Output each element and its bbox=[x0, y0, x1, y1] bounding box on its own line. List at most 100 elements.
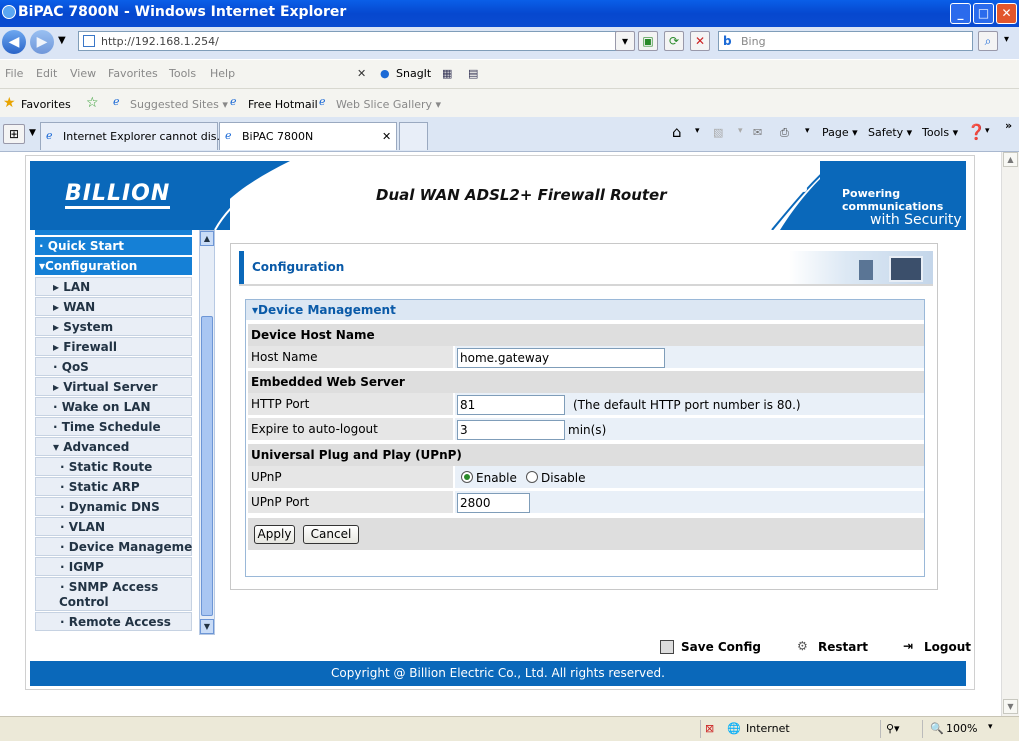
address-bar[interactable]: http://192.168.1.254/ bbox=[78, 31, 633, 51]
sidebar-item-device-management[interactable]: · Device Management bbox=[35, 537, 193, 556]
scroll-down-icon[interactable]: ▼ bbox=[1003, 699, 1018, 714]
sidebar-scrollbar[interactable]: ▲ ▼ bbox=[199, 230, 215, 635]
menu-file[interactable]: File bbox=[5, 67, 23, 80]
upnp-port-label: UPnP Port bbox=[251, 495, 310, 509]
sidebar-item-static-route[interactable]: · Static Route bbox=[35, 457, 192, 476]
snagit-window-icon[interactable]: ▤ bbox=[468, 67, 478, 80]
new-tab-button[interactable] bbox=[399, 122, 428, 150]
menu-tools[interactable]: Tools bbox=[169, 67, 196, 80]
protected-mode-icon[interactable]: ⚲▾ bbox=[886, 722, 900, 735]
compatibility-view-icon[interactable]: ▣ bbox=[638, 31, 658, 51]
sidebar-item-quick-start[interactable]: · Quick Start bbox=[35, 237, 192, 256]
upnp-port-input[interactable] bbox=[457, 493, 530, 513]
sidebar-item-snmp-access-control[interactable]: · SNMP Access Control bbox=[35, 577, 192, 611]
upnp-disable-radio[interactable] bbox=[526, 471, 538, 483]
page-menu[interactable]: Page ▾ bbox=[822, 126, 858, 139]
snagit-button[interactable]: SnagIt bbox=[396, 67, 431, 80]
tab-list-dropdown-icon[interactable]: ▼ bbox=[29, 128, 36, 138]
sidebar-scroll-up-icon[interactable]: ▲ bbox=[200, 231, 214, 246]
sidebar-item-lan[interactable]: ▸ LAN bbox=[35, 277, 192, 296]
sidebar-item-system[interactable]: ▸ System bbox=[35, 317, 192, 336]
sidebar-item-time-schedule[interactable]: · Time Schedule bbox=[35, 417, 192, 436]
refresh-icon[interactable]: ⟳ bbox=[664, 31, 684, 51]
close-toolbar-icon[interactable]: ✕ bbox=[357, 67, 366, 80]
tools-menu[interactable]: Tools ▾ bbox=[922, 126, 958, 139]
menu-view[interactable]: View bbox=[70, 67, 96, 80]
print-icon[interactable]: ⎙ bbox=[780, 126, 789, 140]
favorites-button[interactable]: Favorites bbox=[21, 98, 71, 111]
upnp-disable-label[interactable]: Disable bbox=[541, 471, 586, 485]
print-dropdown-icon[interactable]: ▾ bbox=[805, 126, 810, 136]
tab-ie-cannot-display[interactable]: ℯ Internet Explorer cannot dis... bbox=[40, 122, 227, 150]
sidebar-item-status-partial[interactable] bbox=[35, 230, 192, 236]
upnp-enable-radio[interactable] bbox=[461, 471, 473, 483]
scroll-up-icon[interactable]: ▲ bbox=[1003, 152, 1018, 167]
sidebar-item-wake-on-lan[interactable]: · Wake on LAN bbox=[35, 397, 192, 416]
back-button[interactable]: ◀ bbox=[2, 30, 26, 54]
close-window-button[interactable]: ✕ bbox=[996, 3, 1017, 24]
home-dropdown-icon[interactable]: ▾ bbox=[695, 126, 700, 136]
apply-button[interactable]: Apply bbox=[254, 525, 295, 544]
sidebar-item-remote-access[interactable]: · Remote Access bbox=[35, 612, 192, 631]
web-slice-gallery-link[interactable]: Web Slice Gallery ▾ bbox=[336, 98, 441, 111]
feeds-icon[interactable]: ▧ bbox=[713, 126, 723, 139]
search-input[interactable]: Bing bbox=[741, 35, 766, 48]
close-tab-icon[interactable]: ✕ bbox=[382, 130, 391, 143]
panel-header[interactable]: ▾Device Management bbox=[246, 300, 924, 320]
minimize-button[interactable]: _ bbox=[950, 3, 971, 24]
add-favorite-icon[interactable]: ☆ bbox=[86, 95, 99, 111]
expire-unit: min(s) bbox=[568, 423, 607, 437]
sidebar-item-label: · Wake on LAN bbox=[53, 400, 151, 414]
help-dropdown-icon[interactable]: ▾ bbox=[985, 126, 990, 136]
tab-bipac[interactable]: ℯ BiPAC 7800N ✕ bbox=[219, 122, 397, 150]
history-dropdown-icon[interactable]: ▼ bbox=[58, 35, 66, 46]
http-port-note: (The default HTTP port number is 80.) bbox=[573, 398, 801, 412]
search-box[interactable]: b Bing bbox=[718, 31, 973, 51]
sidebar-item-label: ▾ Advanced bbox=[53, 440, 130, 454]
address-url[interactable]: http://192.168.1.254/ bbox=[101, 35, 219, 48]
menu-favorites[interactable]: Favorites bbox=[108, 67, 158, 80]
quick-tabs-icon[interactable]: ⊞ bbox=[3, 124, 25, 144]
sidebar-item-igmp[interactable]: · IGMP bbox=[35, 557, 192, 576]
page-scrollbar[interactable]: ▲ ▼ bbox=[1001, 152, 1019, 716]
menu-help[interactable]: Help bbox=[210, 67, 235, 80]
more-commands-icon[interactable]: » bbox=[1005, 119, 1012, 132]
maximize-button[interactable]: □ bbox=[973, 3, 994, 24]
upnp-enable-label[interactable]: Enable bbox=[476, 471, 517, 485]
forward-button[interactable]: ▶ bbox=[30, 30, 54, 54]
suggested-sites-link[interactable]: Suggested Sites ▾ bbox=[130, 98, 228, 111]
snagit-capture-icon[interactable]: ▦ bbox=[442, 67, 452, 80]
sidebar-item-virtual-server[interactable]: ▸ Virtual Server bbox=[35, 377, 192, 396]
row-upnp-port: UPnP Port bbox=[248, 491, 924, 513]
zoom-dropdown-icon[interactable]: ▾ bbox=[988, 722, 993, 732]
address-dropdown-button[interactable]: ▾ bbox=[615, 31, 635, 51]
sidebar-scroll-down-icon[interactable]: ▼ bbox=[200, 619, 214, 634]
menu-edit[interactable]: Edit bbox=[36, 67, 57, 80]
safety-menu[interactable]: Safety ▾ bbox=[868, 126, 912, 139]
internet-zone-icon: 🌐 bbox=[727, 722, 741, 735]
home-icon[interactable]: ⌂ bbox=[672, 123, 682, 141]
sidebar-item-configuration[interactable]: ▾Configuration bbox=[35, 257, 192, 276]
feeds-dropdown-icon[interactable]: ▾ bbox=[738, 126, 743, 136]
sidebar-item-dynamic-dns[interactable]: · Dynamic DNS bbox=[35, 497, 192, 516]
sidebar-item-static-arp[interactable]: · Static ARP bbox=[35, 477, 192, 496]
sidebar-item-vlan[interactable]: · VLAN bbox=[35, 517, 192, 536]
http-port-input[interactable] bbox=[457, 395, 565, 415]
sidebar-scroll-thumb[interactable] bbox=[201, 316, 213, 616]
sidebar-item-firewall[interactable]: ▸ Firewall bbox=[35, 337, 192, 356]
zoom-level[interactable]: 100% bbox=[946, 722, 977, 735]
expire-input[interactable] bbox=[457, 420, 565, 440]
sidebar-item-advanced[interactable]: ▾ Advanced bbox=[35, 437, 192, 456]
free-hotmail-link[interactable]: Free Hotmail bbox=[248, 98, 318, 111]
cancel-button[interactable]: Cancel bbox=[303, 525, 359, 544]
search-icon[interactable]: ⌕ bbox=[978, 31, 998, 51]
sidebar-item-wan[interactable]: ▸ WAN bbox=[35, 297, 192, 316]
stop-icon[interactable]: ✕ bbox=[690, 31, 710, 51]
host-name-input[interactable] bbox=[457, 348, 665, 368]
help-icon[interactable]: ❓ bbox=[967, 123, 986, 141]
search-options-icon[interactable]: ▾ bbox=[1004, 34, 1009, 45]
popup-blocked-icon[interactable]: ⊠ bbox=[705, 722, 714, 735]
sidebar-item-qos[interactable]: · QoS bbox=[35, 357, 192, 376]
ie-page-icon: ℯ bbox=[319, 95, 326, 108]
read-mail-icon[interactable]: ✉ bbox=[753, 126, 762, 139]
